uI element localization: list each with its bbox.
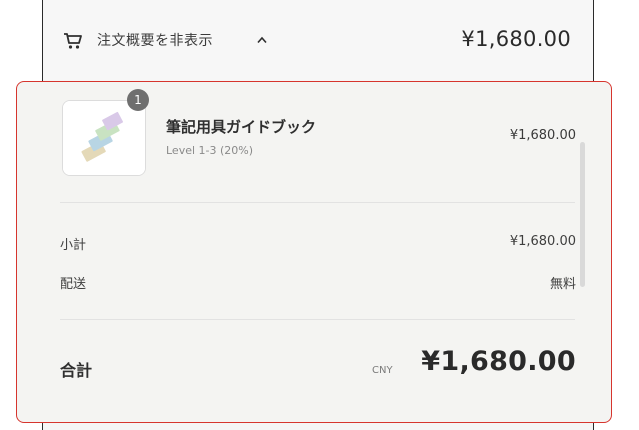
scrollbar[interactable] xyxy=(580,142,585,287)
currency-code: CNY xyxy=(372,365,393,376)
divider xyxy=(60,202,575,203)
product-title: 筆記用具ガイドブック xyxy=(166,118,317,136)
divider xyxy=(60,319,575,320)
product-thumbnail xyxy=(62,100,146,176)
chevron-up-icon xyxy=(257,36,267,44)
shipping-label: 配送 xyxy=(60,277,87,292)
shipping-value: 無料 xyxy=(549,277,576,292)
subtotal-value: ¥1,680.00 xyxy=(509,234,576,249)
header-total-price: ¥1,680.00 xyxy=(461,27,571,51)
cart-icon xyxy=(64,33,82,49)
order-summary-toggle-label: 注文概要を非表示 xyxy=(97,33,213,49)
product-variant: Level 1-3 (20%) xyxy=(166,144,254,157)
product-image xyxy=(63,101,145,175)
grand-total-value: ¥1,680.00 xyxy=(421,346,576,377)
total-label: 合計 xyxy=(60,361,93,380)
subtotal-label: 小計 xyxy=(60,238,87,253)
order-summary-toggle[interactable]: 注文概要を非表示 ¥1,680.00 xyxy=(43,0,593,80)
product-price: ¥1,680.00 xyxy=(509,128,576,143)
quantity-badge: 1 xyxy=(127,89,149,111)
